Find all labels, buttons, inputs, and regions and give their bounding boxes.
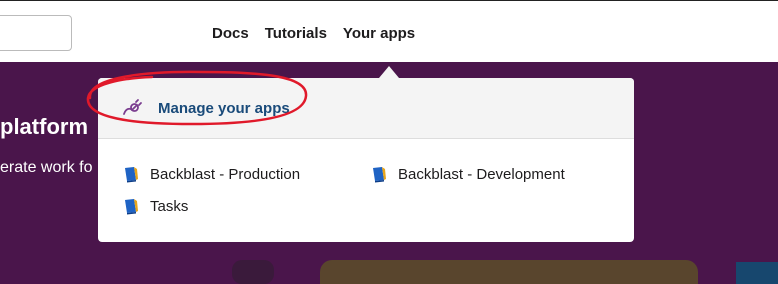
app-label: Tasks bbox=[150, 197, 189, 215]
hero-decoration bbox=[736, 262, 778, 284]
app-book-icon bbox=[125, 167, 138, 183]
app-list-item[interactable]: Tasks bbox=[122, 197, 188, 215]
nav-your-apps-link[interactable]: Your apps bbox=[343, 25, 415, 42]
app-book-icon bbox=[373, 167, 386, 183]
app-list-item[interactable]: Backblast - Production bbox=[122, 165, 300, 183]
hero-subtitle: erate work fo bbox=[0, 159, 93, 176]
main-nav: Docs Tutorials Your apps bbox=[212, 25, 415, 42]
top-navigation-bar: Docs Tutorials Your apps bbox=[0, 0, 778, 63]
hero-decoration bbox=[232, 260, 274, 284]
app-label: Backblast - Production bbox=[150, 165, 301, 183]
hero-title: platform bbox=[0, 114, 88, 139]
red-highlight-circle bbox=[86, 70, 308, 126]
dropdown-caret bbox=[379, 66, 399, 78]
app-book-icon bbox=[125, 199, 138, 215]
app-label: Backblast - Development bbox=[398, 165, 565, 183]
search-input[interactable] bbox=[0, 15, 72, 51]
app-list-item[interactable]: Backblast - Development bbox=[370, 165, 565, 183]
hero-decoration bbox=[320, 260, 698, 284]
nav-docs-link[interactable]: Docs bbox=[212, 25, 249, 42]
nav-tutorials-link[interactable]: Tutorials bbox=[265, 25, 327, 42]
